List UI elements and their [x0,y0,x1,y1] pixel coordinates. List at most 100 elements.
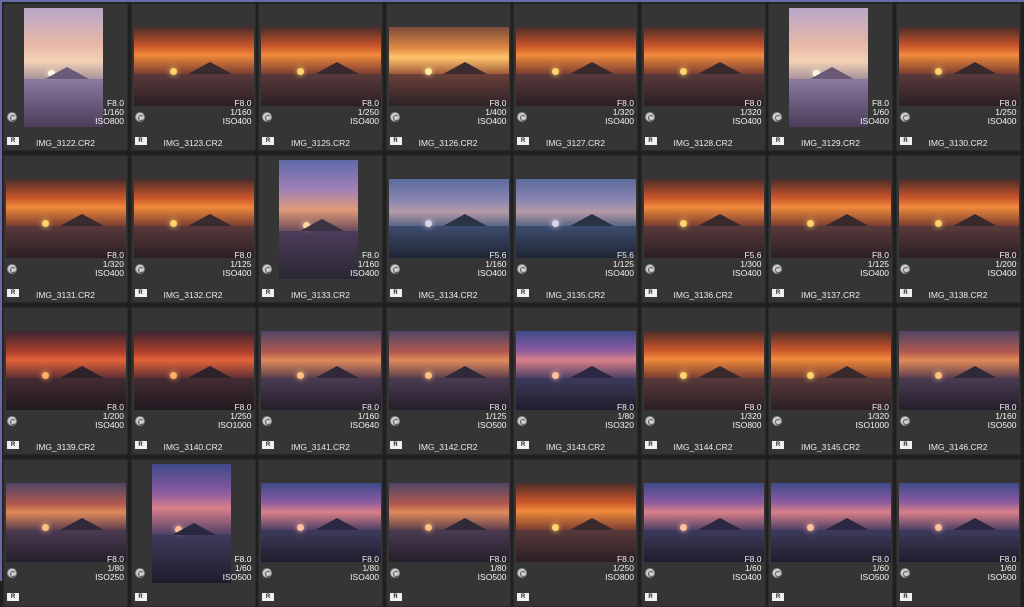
thumbnail-cell[interactable]: F5.6 1/300 ISO400 R IMG_3136.CR2 [640,155,766,303]
thumbnail-cell[interactable]: F8.0 1/125 ISO400 R IMG_3132.CR2 [130,155,256,303]
photo-thumbnail[interactable] [388,331,509,410]
thumbnail-cell[interactable]: F8.0 1/400 ISO400 R IMG_3126.CR2 [385,3,511,151]
rotate-icon[interactable] [517,568,527,578]
rotate-icon[interactable] [7,568,17,578]
rotate-icon[interactable] [389,264,400,274]
rotate-icon[interactable] [644,264,655,274]
thumbnail-cell[interactable]: F8.0 1/80 ISO320 R IMG_3143.CR2 [513,307,638,455]
rotate-icon[interactable] [772,112,782,122]
rotate-icon[interactable] [772,416,782,426]
photo-thumbnail[interactable] [898,483,1019,562]
photo-thumbnail[interactable] [388,179,509,258]
mountain-silhouette [825,214,870,227]
thumbnail-cell[interactable]: F8.0 1/320 ISO1000 R IMG_3145.CR2 [768,307,893,455]
rotate-icon[interactable] [899,416,910,426]
rotate-icon[interactable] [772,568,782,578]
photo-thumbnail[interactable] [643,483,764,562]
thumbnail-cell[interactable]: F8.0 1/250 ISO400 R IMG_3130.CR2 [895,3,1021,151]
photo-thumbnail[interactable] [643,331,764,410]
rotate-icon[interactable] [899,112,910,122]
thumbnail-cell[interactable]: F8.0 1/60 ISO500 R [895,459,1021,607]
thumbnail-cell[interactable]: F8.0 1/160 ISO400 R IMG_3123.CR2 [130,3,256,151]
photo-thumbnail[interactable] [6,483,126,562]
photo-thumbnail[interactable] [643,27,764,106]
photo-thumbnail[interactable] [151,464,231,583]
photo-thumbnail[interactable] [133,179,254,258]
photo-thumbnail[interactable] [789,8,868,127]
photo-thumbnail[interactable] [261,483,381,562]
thumbnail-cell[interactable]: F8.0 1/250 ISO400 R IMG_3125.CR2 [258,3,383,151]
thumbnail-cell[interactable]: F8.0 1/60 ISO500 R [768,459,893,607]
photo-thumbnail[interactable] [516,331,636,410]
photo-thumbnail[interactable] [6,331,126,410]
rotate-icon[interactable] [389,112,400,122]
rotate-icon[interactable] [772,264,782,274]
photo-thumbnail[interactable] [898,27,1019,106]
thumbnail-cell[interactable]: F8.0 1/125 ISO400 R IMG_3137.CR2 [768,155,893,303]
photo-thumbnail[interactable] [261,27,381,106]
rotate-icon[interactable] [7,264,17,274]
thumbnail-cell[interactable]: F8.0 1/320 ISO400 R IMG_3128.CR2 [640,3,766,151]
thumbnail-cell[interactable]: F8.0 1/320 ISO800 R IMG_3144.CR2 [640,307,766,455]
thumbnail-cell[interactable]: F5.6 1/125 ISO400 R IMG_3135.CR2 [513,155,638,303]
thumbnail-cell[interactable]: F8.0 1/80 ISO250 R [3,459,128,607]
photo-thumbnail[interactable] [771,483,891,562]
rotate-icon[interactable] [262,416,272,426]
exif-iso: ISO500 [987,420,1017,430]
thumbnail-cell[interactable]: F8.0 1/200 ISO400 R IMG_3139.CR2 [3,307,128,455]
rotate-icon[interactable] [134,112,145,122]
photo-thumbnail[interactable] [388,483,509,562]
rotate-icon[interactable] [134,264,145,274]
photo-thumbnail[interactable] [24,8,103,127]
thumbnail-cell[interactable]: F8.0 1/320 ISO400 R IMG_3127.CR2 [513,3,638,151]
thumbnail-cell[interactable]: F8.0 1/160 ISO640 R IMG_3141.CR2 [258,307,383,455]
thumbnail-cell[interactable]: F8.0 1/250 ISO1000 R IMG_3140.CR2 [130,307,256,455]
thumbnail-cell[interactable]: F8.0 1/320 ISO400 R IMG_3131.CR2 [3,155,128,303]
photo-thumbnail[interactable] [133,27,254,106]
photo-thumbnail[interactable] [133,331,254,410]
rotate-icon[interactable] [7,416,17,426]
photo-thumbnail[interactable] [279,160,358,279]
photo-thumbnail[interactable] [261,331,381,410]
thumbnail-cell[interactable]: F8.0 1/60 ISO400 R IMG_3129.CR2 [768,3,893,151]
thumbnail-cell[interactable]: F8.0 1/60 ISO400 R [640,459,766,607]
rotate-icon[interactable] [262,568,272,578]
rotate-icon[interactable] [517,416,527,426]
rotate-icon[interactable] [644,568,655,578]
rotate-icon[interactable] [7,112,17,122]
rotate-icon[interactable] [899,264,910,274]
thumbnail-cell[interactable]: F8.0 1/80 ISO400 R [258,459,383,607]
thumbnail-cell[interactable]: F8.0 1/160 ISO500 R IMG_3146.CR2 [895,307,1021,455]
thumbnail-cell[interactable]: F5.6 1/160 ISO400 R IMG_3134.CR2 [385,155,511,303]
photo-thumbnail[interactable] [771,331,891,410]
rotate-icon[interactable] [389,416,400,426]
thumbnail-cell[interactable]: F8.0 1/250 ISO800 R [513,459,638,607]
raw-badge: R [899,593,912,601]
rotate-icon[interactable] [644,416,655,426]
file-name: IMG_3133.CR2 [290,290,351,300]
thumbnail-cell[interactable]: F8.0 1/125 ISO500 R IMG_3142.CR2 [385,307,511,455]
thumbnail-cell[interactable]: F8.0 1/200 ISO400 R IMG_3138.CR2 [895,155,1021,303]
photo-thumbnail[interactable] [6,179,126,258]
photo-thumbnail[interactable] [898,331,1019,410]
rotate-icon[interactable] [899,568,910,578]
rotate-icon[interactable] [262,264,272,274]
thumbnail-cell[interactable]: F8.0 1/160 ISO800 R IMG_3122.CR2 [3,3,128,151]
rotate-icon[interactable] [517,112,527,122]
thumbnail-cell[interactable]: F8.0 1/80 ISO500 R [385,459,511,607]
photo-thumbnail[interactable] [516,179,636,258]
rotate-icon[interactable] [517,264,527,274]
rotate-icon[interactable] [134,416,145,426]
photo-thumbnail[interactable] [771,179,891,258]
photo-thumbnail[interactable] [516,483,636,562]
thumbnail-cell[interactable]: F8.0 1/160 ISO400 R IMG_3133.CR2 [258,155,383,303]
rotate-icon[interactable] [262,112,272,122]
photo-thumbnail[interactable] [898,179,1019,258]
rotate-icon[interactable] [644,112,655,122]
photo-thumbnail[interactable] [516,27,636,106]
thumbnail-cell[interactable]: F8.0 1/60 ISO500 R [130,459,256,607]
rotate-icon[interactable] [389,568,400,578]
rotate-icon[interactable] [134,568,145,578]
photo-thumbnail[interactable] [643,179,764,258]
photo-thumbnail[interactable] [388,27,509,106]
